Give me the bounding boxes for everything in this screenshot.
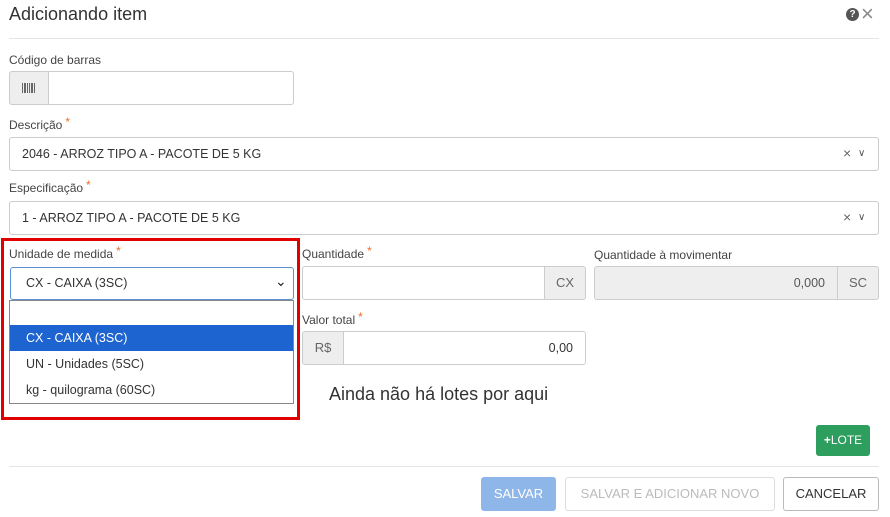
clear-icon[interactable]: × <box>843 209 851 225</box>
add-lote-label: LOTE <box>830 433 863 447</box>
especificacao-label: Especificação * <box>9 178 91 195</box>
save-add-new-button[interactable]: SALVAR E ADICIONAR NOVO <box>565 477 775 511</box>
barcode-input[interactable] <box>48 71 294 105</box>
quantidade-label-text: Quantidade <box>302 247 365 261</box>
add-lote-button[interactable]: +LOTE <box>816 425 870 456</box>
required-marker: * <box>65 115 71 129</box>
valor-total-input[interactable]: 0,00 <box>343 331 586 365</box>
save-button[interactable]: SALVAR <box>481 477 556 511</box>
highlight-box <box>1 238 300 420</box>
valor-total-label: Valor total * <box>302 310 363 327</box>
required-marker: * <box>86 178 91 192</box>
quantidade-movimentar-unit: SC <box>837 266 879 300</box>
descricao-select[interactable]: 2046 - ARROZ TIPO A - PACOTE DE 5 KG × ∨ <box>9 137 879 171</box>
close-icon[interactable]: × <box>861 3 874 25</box>
valor-total-label-text: Valor total <box>302 313 356 327</box>
especificacao-select[interactable]: 1 - ARROZ TIPO A - PACOTE DE 5 KG × ∨ <box>9 201 879 235</box>
quantidade-movimentar-label: Quantidade à movimentar <box>594 248 733 262</box>
valor-total-value: 0,00 <box>548 341 573 355</box>
quantidade-input[interactable] <box>302 266 545 300</box>
quantidade-unit: CX <box>544 266 586 300</box>
quantidade-movimentar-value: 0,000 <box>793 276 825 290</box>
modal-title: Adicionando item <box>9 4 148 24</box>
quantidade-label: Quantidade * <box>302 244 372 261</box>
descricao-label: Descrição * <box>9 115 71 132</box>
chevron-down-icon[interactable]: ∨ <box>858 148 865 159</box>
required-marker: * <box>358 310 363 324</box>
footer-divider <box>9 466 879 467</box>
currency-addon: R$ <box>302 331 344 365</box>
plus-icon: + <box>823 433 831 447</box>
especificacao-value: 1 - ARROZ TIPO A - PACOTE DE 5 KG <box>22 211 241 225</box>
especificacao-label-text: Especificação <box>9 181 84 195</box>
descricao-value: 2046 - ARROZ TIPO A - PACOTE DE 5 KG <box>22 147 262 161</box>
help-icon[interactable]: ? <box>846 8 859 21</box>
required-marker: * <box>367 244 372 258</box>
clear-icon[interactable]: × <box>843 145 851 161</box>
header-divider <box>9 38 879 39</box>
barcode-label: Código de barras <box>9 53 102 67</box>
descricao-label-text: Descrição <box>9 118 63 132</box>
quantidade-movimentar-input: 0,000 <box>594 266 838 300</box>
cancel-button[interactable]: CANCELAR <box>783 477 879 511</box>
barcode-icon <box>9 71 49 105</box>
chevron-down-icon[interactable]: ∨ <box>858 212 865 223</box>
lotes-empty-message: Ainda não há lotes por aqui <box>329 384 549 404</box>
